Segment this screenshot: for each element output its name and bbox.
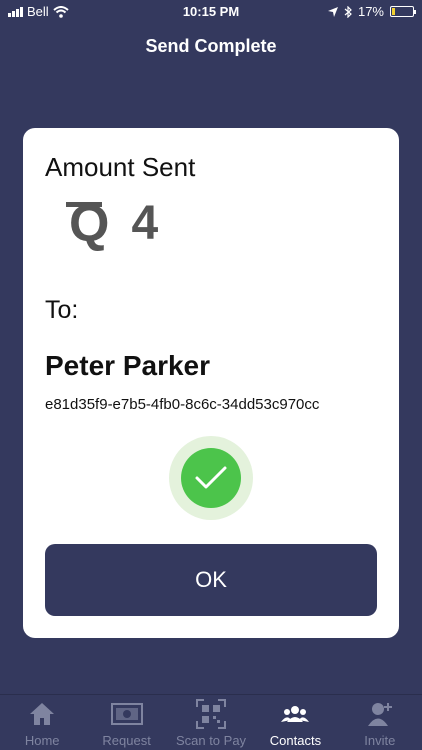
recipient-id: e81d35f9-e7b5-4fb0-8c6c-34dd53c970cc: [45, 396, 320, 413]
tab-scan-to-pay[interactable]: Scan to Pay: [169, 695, 253, 750]
battery-icon: [390, 6, 416, 17]
tab-contacts[interactable]: Contacts: [253, 695, 337, 750]
bluetooth-icon: [344, 5, 352, 18]
qr-code-icon: [196, 699, 227, 729]
amount-heading: Amount Sent: [45, 152, 196, 182]
recipient-name: Peter Parker: [45, 350, 211, 381]
amount-value: 4: [131, 197, 159, 250]
battery-fill: [392, 8, 395, 15]
tab-bar: Home Request Scan to Pay Contacts Invite: [0, 694, 422, 750]
banknote-icon: [110, 701, 143, 727]
checkmark-icon: [195, 466, 227, 489]
currency-bar: [66, 202, 102, 207]
tab-label: Invite: [364, 733, 396, 748]
tab-label: Contacts: [269, 733, 322, 748]
success-circle: [181, 448, 241, 508]
page-title: Send Complete: [145, 36, 277, 56]
tab-invite[interactable]: Invite: [338, 695, 422, 750]
tab-home[interactable]: Home: [0, 695, 84, 750]
add-user-icon: [367, 701, 393, 727]
status-bar: Bell 10:15 PM 17%: [0, 0, 422, 24]
currency-symbol: Q: [66, 198, 109, 250]
tab-label: Request: [102, 733, 151, 748]
to-label: To:: [45, 296, 79, 324]
success-indicator: [169, 436, 253, 520]
status-right: 17%: [327, 4, 416, 19]
battery-percent: 17%: [357, 4, 384, 19]
tab-request[interactable]: Request: [84, 695, 168, 750]
send-complete-card: Amount Sent Q 4 To: Peter Parker e81d35f…: [23, 128, 399, 638]
ok-button[interactable]: OK: [45, 544, 377, 616]
location-arrow-icon: [327, 6, 338, 17]
amount-row: Q 4: [66, 197, 159, 250]
tab-label: Scan to Pay: [175, 733, 247, 748]
home-icon: [29, 701, 55, 727]
tab-label: Home: [24, 733, 60, 748]
contacts-icon: [281, 701, 310, 727]
